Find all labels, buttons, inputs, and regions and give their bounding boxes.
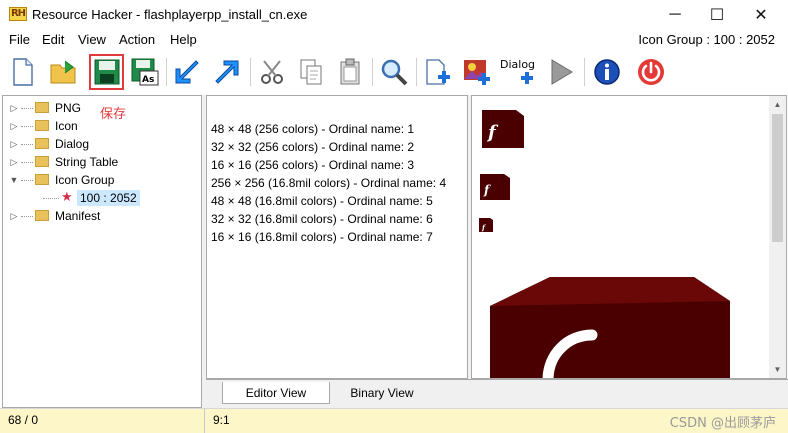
- menu-view[interactable]: View: [78, 32, 106, 47]
- expand-arrow-icon[interactable]: ▷: [9, 121, 19, 131]
- toolbar-divider: [416, 58, 417, 86]
- collapse-arrow-icon[interactable]: ▼: [9, 175, 19, 185]
- save-as-text: As: [142, 75, 154, 85]
- menu-help[interactable]: Help: [170, 32, 197, 47]
- icon-entry: 32 × 32 (16.8mil colors) - Ordinal name:…: [211, 212, 433, 226]
- main-area: ▷ PNG ▷ Icon ▷ Dialog ▷ String Table ▼ I…: [0, 95, 788, 408]
- folder-icon: [35, 120, 49, 131]
- add-image-icon[interactable]: [460, 55, 494, 89]
- icon-entry: 16 × 16 (16.8mil colors) - Ordinal name:…: [211, 230, 433, 244]
- scroll-down-icon[interactable]: ▼: [769, 361, 786, 378]
- resource-tree: ▷ PNG ▷ Icon ▷ Dialog ▷ String Table ▼ I…: [2, 95, 202, 408]
- tree-item-label: Icon Group: [55, 173, 115, 187]
- resource-details-pane: 48 × 48 (256 colors) - Ordinal name: 1 3…: [206, 95, 468, 379]
- tree-item-manifest[interactable]: ▷ Manifest: [3, 207, 201, 225]
- toolbar-divider: [250, 58, 251, 86]
- tree-connector: [21, 126, 33, 127]
- folder-open-icon: [35, 174, 49, 185]
- tree-item-label: PNG: [55, 101, 82, 115]
- icon-entry: 256 × 256 (16.8mil colors) - Ordinal nam…: [211, 176, 447, 190]
- icon-entry: 32 × 32 (256 colors) - Ordinal name: 2: [211, 140, 415, 154]
- dialog-menu-icon[interactable]: Dialog Mer: [498, 55, 536, 89]
- tree-item-label: Manifest: [55, 209, 101, 223]
- status-bar: 68 / 0 9:1 CSDN @出顾茅庐: [0, 408, 788, 433]
- folder-icon: [35, 138, 49, 149]
- close-button[interactable]: ✕: [738, 0, 784, 30]
- tree-item-label: Icon: [55, 119, 78, 133]
- paste-icon[interactable]: [333, 55, 367, 89]
- dialog-menu-text: Dialog Mer: [500, 58, 535, 71]
- tree-item-100-2052[interactable]: ★ 100 : 2052: [3, 189, 201, 207]
- maximize-button[interactable]: ☐: [694, 0, 740, 30]
- status-position: 68 / 0: [8, 413, 39, 427]
- app-logo-icon: RH: [9, 7, 27, 21]
- tree-connector: [21, 216, 33, 217]
- save-annotation: 保存: [100, 107, 127, 122]
- flash-icon-16: f: [479, 218, 493, 232]
- folder-icon: [35, 156, 49, 167]
- watermark: CSDN @出顾茅庐: [669, 416, 776, 431]
- tree-connector: [43, 198, 59, 199]
- view-tabs: Editor View Binary View: [206, 379, 788, 408]
- tree-item-dialog[interactable]: ▷ Dialog: [3, 135, 201, 153]
- icon-preview-canvas: f f f: [479, 110, 730, 378]
- tree-connector: [21, 180, 33, 181]
- tab-editor-view[interactable]: Editor View: [222, 382, 330, 404]
- preview-scrollbar[interactable]: ▲ ▼: [769, 96, 786, 378]
- expand-arrow-icon[interactable]: ▷: [9, 103, 19, 113]
- toolbar-divider: [584, 58, 585, 86]
- tree-connector: [21, 108, 33, 109]
- minimize-button[interactable]: ─: [652, 0, 698, 30]
- folder-icon: [35, 210, 49, 221]
- icon-entry: 48 × 48 (256 colors) - Ordinal name: 1: [211, 122, 415, 136]
- run-icon[interactable]: [544, 55, 578, 89]
- menu-file[interactable]: File: [9, 32, 30, 47]
- tree-item-label: Dialog: [55, 137, 90, 151]
- menu-edit[interactable]: Edit: [42, 32, 64, 47]
- compile-icon[interactable]: [210, 55, 244, 89]
- tree-item-label: String Table: [55, 155, 119, 169]
- expand-arrow-icon[interactable]: ▷: [9, 139, 19, 149]
- icon-entry: 48 × 48 (16.8mil colors) - Ordinal name:…: [211, 194, 433, 208]
- scroll-thumb[interactable]: [772, 114, 783, 242]
- copy-icon[interactable]: [294, 55, 328, 89]
- tree-item-string-table[interactable]: ▷ String Table: [3, 153, 201, 171]
- save-as-icon[interactable]: As: [128, 55, 162, 89]
- window-title: Resource Hacker - flashplayerpp_install_…: [32, 7, 308, 22]
- icon-entry: 16 × 16 (256 colors) - Ordinal name: 3: [211, 158, 415, 172]
- tree-connector: [21, 162, 33, 163]
- status-cursor: 9:1: [213, 413, 230, 427]
- selected-resource-label: Icon Group : 100 : 2052: [638, 32, 775, 47]
- expand-arrow-icon[interactable]: ▷: [9, 211, 19, 221]
- find-icon[interactable]: [377, 55, 411, 89]
- tree-item-icon-group[interactable]: ▼ Icon Group: [3, 171, 201, 189]
- menu-action[interactable]: Action: [119, 32, 155, 47]
- expand-arrow-icon[interactable]: ▷: [9, 157, 19, 167]
- menu-bar: File Edit View Action Help Icon Group : …: [0, 30, 788, 50]
- cut-icon[interactable]: [256, 55, 290, 89]
- flash-icon-256: [490, 277, 730, 378]
- scroll-up-icon[interactable]: ▲: [769, 96, 786, 113]
- exit-icon[interactable]: [634, 55, 668, 89]
- add-resource-icon[interactable]: [420, 55, 454, 89]
- flash-icon-48: f: [482, 110, 524, 148]
- status-divider: [204, 409, 205, 433]
- toolbar-divider: [372, 58, 373, 86]
- save-button-highlight: [89, 54, 124, 90]
- flash-icon-32: f: [480, 174, 510, 200]
- new-file-icon[interactable]: [6, 55, 40, 89]
- tree-item-label: 100 : 2052: [77, 190, 140, 206]
- tab-binary-view[interactable]: Binary View: [331, 382, 433, 404]
- compile-script-icon[interactable]: [170, 55, 204, 89]
- open-folder-icon[interactable]: [46, 55, 80, 89]
- about-icon[interactable]: [590, 55, 624, 89]
- folder-icon: [35, 102, 49, 113]
- toolbar-divider: [166, 58, 167, 86]
- icon-preview-pane: f f f ▲ ▼: [471, 95, 787, 379]
- star-icon: ★: [61, 190, 73, 205]
- title-bar: RH Resource Hacker - flashplayerpp_insta…: [0, 0, 788, 30]
- tree-connector: [21, 144, 33, 145]
